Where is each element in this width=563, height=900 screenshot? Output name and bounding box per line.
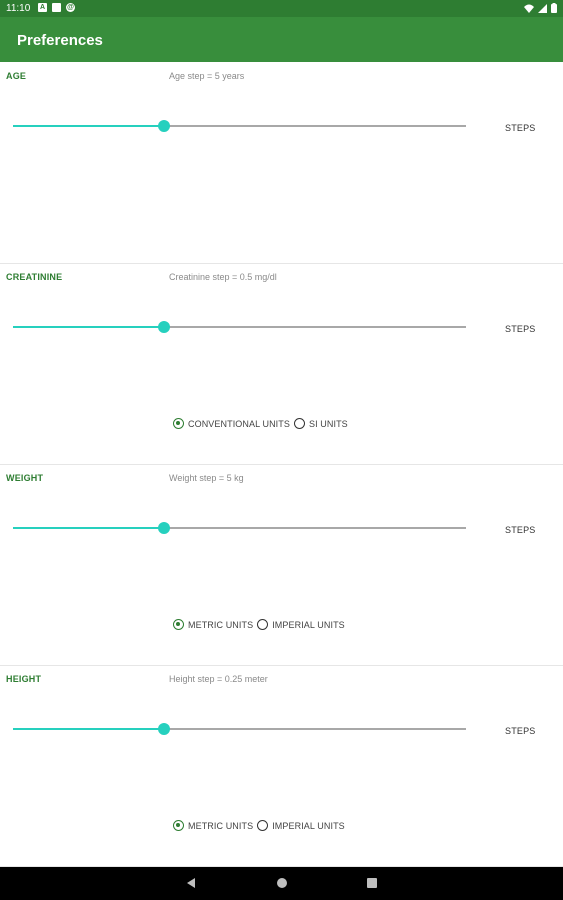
radio-label: CONVENTIONAL UNITS	[188, 418, 290, 429]
creatinine-units-radio-group: CONVENTIONAL UNITS SI UNITS	[173, 418, 352, 429]
radio-option[interactable]: CONVENTIONAL UNITS	[173, 418, 290, 429]
creatinine-step-slider[interactable]	[13, 321, 466, 333]
radio-option[interactable]: IMPERIAL UNITS	[257, 619, 345, 630]
steps-label: STEPS	[505, 123, 536, 133]
slider-thumb[interactable]	[157, 321, 170, 333]
status-left-icons: A @	[38, 3, 75, 12]
sync-icon: @	[66, 3, 75, 12]
radio-label: SI UNITS	[308, 418, 348, 429]
section-subtitle: Weight step = 5 kg	[169, 473, 244, 483]
radio-label: METRIC UNITS	[188, 820, 254, 831]
radio-unchecked-icon[interactable]	[257, 619, 269, 630]
steps-label: STEPS	[505, 726, 536, 736]
weight-units-radio-group: METRIC UNITS IMPERIAL UNITS	[173, 619, 349, 630]
section-title: HEIGHT	[6, 674, 42, 684]
section-title: WEIGHT	[6, 473, 44, 483]
radio-checked-icon[interactable]	[173, 418, 184, 429]
section-height: HEIGHT Height step = 0.25 meter STEPS METRI…	[0, 666, 563, 867]
status-right-icons	[524, 3, 557, 13]
height-units-radio-group: METRIC UNITS IMPERIAL UNITS	[173, 820, 349, 831]
radio-option[interactable]: IMPERIAL UNITS	[257, 820, 345, 831]
battery-icon	[551, 3, 557, 13]
back-icon[interactable]	[187, 878, 195, 888]
sd-card-icon	[52, 3, 61, 12]
radio-checked-icon[interactable]	[173, 619, 184, 630]
radio-label: IMPERIAL UNITS	[272, 820, 345, 831]
radio-label: METRIC UNITS	[188, 619, 254, 630]
status-bar: 11:10 A @	[0, 0, 563, 17]
section-subtitle: Age step = 5 years	[169, 71, 245, 81]
section-creatinine: CREATININE Creatinine step = 0.5 mg/dl STE…	[0, 264, 563, 465]
status-time: 11:10	[6, 3, 31, 14]
slider-active-track[interactable]	[13, 527, 164, 529]
recents-icon[interactable]	[367, 878, 377, 888]
section-subtitle: Creatinine step = 0.5 mg/dl	[169, 272, 277, 282]
wifi-icon	[524, 4, 534, 13]
slider-active-track[interactable]	[13, 326, 164, 328]
weight-step-slider[interactable]	[13, 522, 466, 534]
radio-option[interactable]: SI UNITS	[293, 418, 348, 429]
slider-thumb[interactable]	[157, 723, 170, 735]
navigation-bar	[0, 867, 563, 900]
home-icon[interactable]	[277, 878, 287, 888]
slider-thumb[interactable]	[157, 522, 170, 534]
radio-option[interactable]: METRIC UNITS	[173, 619, 253, 630]
page-title: Preferences	[17, 32, 103, 49]
steps-label: STEPS	[505, 324, 536, 334]
section-title: AGE	[6, 71, 27, 81]
steps-label: STEPS	[505, 525, 536, 535]
slider-active-track[interactable]	[13, 728, 164, 730]
section-subtitle: Height step = 0.25 meter	[169, 674, 268, 684]
slider-thumb[interactable]	[157, 120, 170, 132]
age-step-slider[interactable]	[13, 120, 466, 132]
signal-icon	[538, 3, 547, 13]
radio-checked-icon[interactable]	[173, 820, 184, 831]
radio-option[interactable]: METRIC UNITS	[173, 820, 253, 831]
section-title: CREATININE	[6, 272, 63, 282]
radio-label: IMPERIAL UNITS	[272, 619, 345, 630]
radio-unchecked-icon[interactable]	[257, 820, 269, 831]
app-bar: Preferences	[0, 17, 563, 62]
notification-a-icon: A	[38, 3, 47, 12]
slider-active-track[interactable]	[13, 125, 164, 127]
radio-unchecked-icon[interactable]	[293, 418, 305, 429]
section-age: AGE Age step = 5 years STEPS	[0, 63, 563, 264]
height-step-slider[interactable]	[13, 723, 466, 735]
section-weight: WEIGHT Weight step = 5 kg STEPS METRIC UNIT…	[0, 465, 563, 666]
